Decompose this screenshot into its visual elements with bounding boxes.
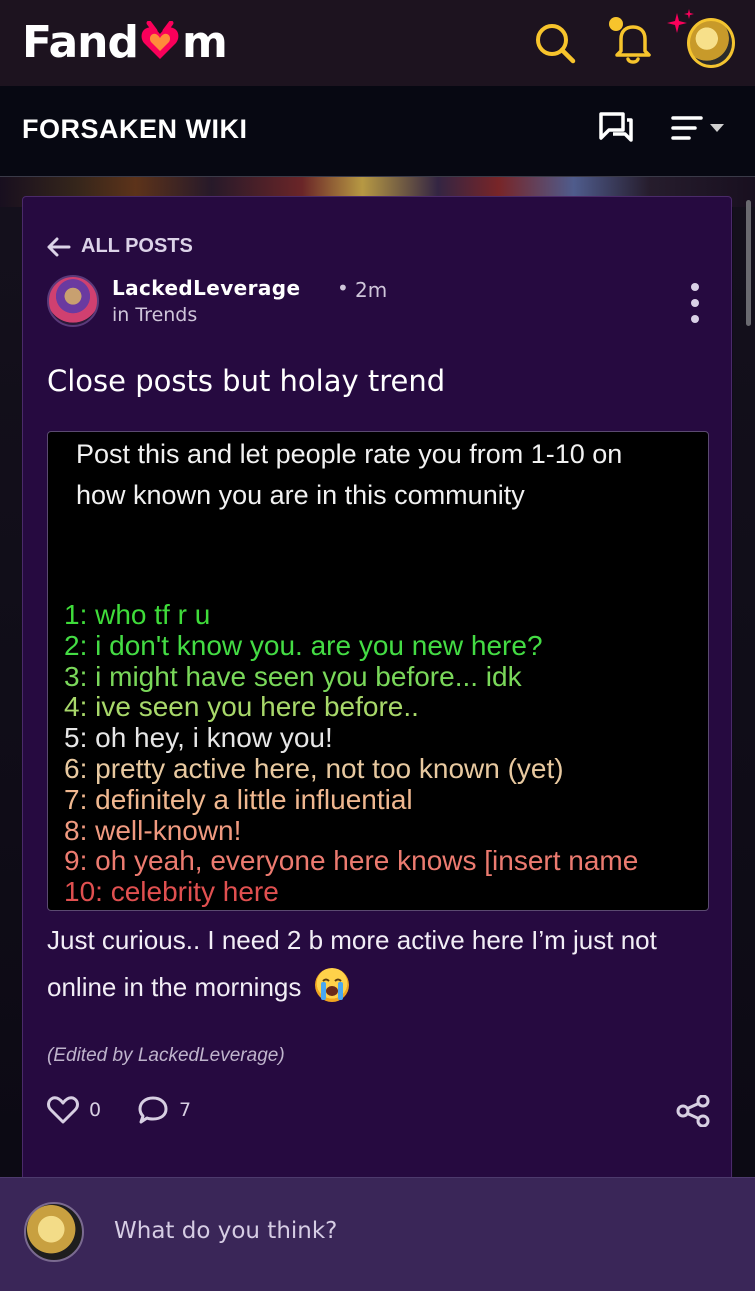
- crying-face-icon: [314, 968, 349, 1002]
- dot-icon: [691, 315, 699, 323]
- all-posts-link[interactable]: ALL POSTS: [47, 235, 193, 258]
- image-rating-line: 8: well-known!: [64, 814, 242, 846]
- image-rating-line: 1: who tf r u: [64, 599, 211, 630]
- search-icon: [536, 24, 576, 64]
- arrow-left-icon: [47, 237, 71, 256]
- image-rating-line: 5: oh hey, i know you!: [64, 722, 333, 754]
- wiki-title[interactable]: FORSAKEN WIKI: [22, 114, 248, 145]
- more-options-button[interactable]: [683, 283, 707, 323]
- image-rating-line: 2: i don't know you. are you new here?: [64, 629, 543, 661]
- logo-text-left: Fand: [22, 16, 139, 68]
- heart-icon: [47, 1096, 79, 1124]
- post-category[interactable]: in Trends: [112, 304, 197, 326]
- comment-bar: What do you think?: [0, 1177, 755, 1291]
- menu-icon: [671, 116, 703, 140]
- image-rating-line: 9: oh yeah, everyone here knows [insert …: [64, 845, 639, 877]
- discussions-icon[interactable]: [597, 110, 635, 146]
- scrollbar[interactable]: [746, 200, 751, 326]
- comment-icon: [138, 1096, 168, 1124]
- post-time: 2m: [355, 278, 388, 302]
- image-rating-line: 4: ive seen you here before..: [64, 691, 419, 723]
- comment-count: 7: [179, 1099, 192, 1121]
- post-image[interactable]: Post this and let people rate you from 1…: [47, 431, 709, 911]
- image-rating-line: 3: i might have seen you before... idk: [64, 660, 522, 692]
- author-name[interactable]: LackedLeverage: [112, 276, 301, 300]
- post-body-text: Just curious.. I need 2 b more active he…: [47, 925, 657, 1002]
- user-menu-button[interactable]: [667, 9, 735, 68]
- comment-input[interactable]: What do you think?: [114, 1218, 337, 1244]
- comment-button[interactable]: 7: [137, 1095, 191, 1125]
- share-icon: [676, 1095, 710, 1127]
- post-body: Just curious.. I need 2 b more active he…: [47, 917, 707, 1011]
- wiki-bar: FORSAKEN WIKI: [0, 86, 755, 177]
- chevron-down-icon: [710, 124, 724, 132]
- author-avatar[interactable]: [47, 275, 99, 327]
- like-count: 0: [89, 1099, 102, 1121]
- fandom-top-bar: Fand m: [0, 0, 755, 86]
- dot-icon: [691, 283, 699, 291]
- fandom-logo[interactable]: Fand m: [22, 14, 228, 70]
- post-card: ALL POSTS LackedLeverage • 2m in Trends …: [22, 196, 732, 1181]
- dot-icon: [691, 299, 699, 307]
- share-button[interactable]: [675, 1095, 711, 1127]
- image-rating-line: 6: pretty active here, not too known (ye…: [64, 752, 564, 784]
- current-user-avatar: [24, 1202, 84, 1262]
- meta-separator: •: [337, 276, 349, 300]
- post-author-row: LackedLeverage • 2m in Trends: [47, 275, 707, 331]
- fandom-heart-icon: [141, 21, 179, 59]
- edited-note: (Edited by LackedLeverage): [47, 1045, 285, 1066]
- logo-text-right: m: [182, 16, 228, 68]
- search-button[interactable]: [531, 19, 579, 67]
- all-posts-label: ALL POSTS: [81, 235, 193, 257]
- image-heading: Post this and let people rate you from 1…: [76, 439, 623, 510]
- image-rating-line: 10: celebrity here: [64, 876, 279, 908]
- notification-dot: [609, 17, 623, 31]
- image-rating-line: 7: definitely a little influential: [64, 783, 413, 815]
- post-title: Close posts but holay trend: [47, 364, 446, 398]
- like-button[interactable]: 0: [47, 1095, 101, 1125]
- notifications-button[interactable]: [609, 17, 657, 67]
- background-left: [0, 207, 22, 1177]
- image-rating-list: 1: who tf r u 2: i don't know you. are yo…: [64, 599, 708, 908]
- background-right: [733, 207, 755, 1177]
- wiki-menu-button[interactable]: [671, 113, 725, 143]
- post-actions: 0 7: [47, 1093, 711, 1133]
- user-avatar: [687, 18, 735, 68]
